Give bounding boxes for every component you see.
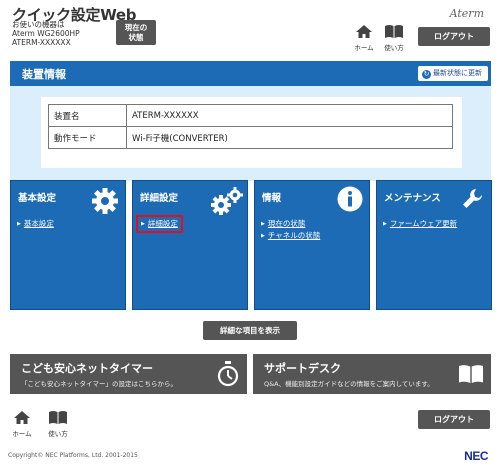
arrow-right-icon: ▶: [383, 221, 387, 227]
tile-maintenance: メンテナンス ▶ ファームウェア更新: [376, 180, 492, 310]
tile-information: 情報 ▶ 現在の状態 ▶ チャネルの状態: [254, 180, 370, 310]
link-current-status-label: 現在の状態: [267, 219, 306, 228]
device-label: お使いの機器は: [12, 20, 65, 29]
net-timer-description: 「こども安心ネットタイマー」の設定はこちらから。: [21, 380, 177, 388]
tile-basic-settings: 基本設定 ▶ 基本設定: [10, 180, 126, 310]
book-icon: [49, 411, 67, 424]
link-advanced-settings[interactable]: ▶ 詳細設定: [136, 215, 183, 233]
footer-logout-button[interactable]: ログアウト: [418, 410, 490, 429]
home-icon: [356, 25, 372, 38]
status-button-line2: 状態: [128, 33, 144, 42]
stopwatch-icon: [217, 361, 239, 387]
help-label: 使い方: [384, 44, 404, 52]
support-desk-title: サポートデスク: [264, 362, 341, 375]
tile-advanced-settings: 詳細設定 ▶ 詳細設定: [132, 180, 248, 310]
link-current-status[interactable]: ▶ 現在の状態: [261, 218, 320, 230]
device-name-key: 装置名: [48, 104, 127, 127]
link-channel-status[interactable]: ▶ チャネルの状態: [261, 230, 320, 242]
arrow-right-icon: ▶: [17, 221, 21, 227]
wrench-icon: [463, 189, 482, 208]
book-icon: [459, 365, 483, 383]
footer-help-button[interactable]: 使い方: [44, 410, 72, 438]
arrow-right-icon: ▶: [261, 233, 265, 239]
device-model: Aterm WG2600HP: [12, 29, 80, 38]
aterm-logo: Aterm: [449, 7, 484, 20]
logout-button[interactable]: ログアウト: [418, 27, 490, 46]
link-basic-settings-label: 基本設定: [23, 219, 54, 228]
device-info-table: 装置名 ATERM-XXXXXX 動作モード Wi-Fi子機(CONVERTER…: [48, 104, 453, 149]
net-timer-title: こども安心ネットタイマー: [21, 362, 153, 375]
arrow-right-icon: ▶: [261, 221, 265, 227]
link-firmware-update[interactable]: ▶ ファームウェア更新: [383, 218, 457, 230]
footer-home-label: ホーム: [12, 430, 32, 438]
status-button-line1: 現在の: [124, 23, 148, 32]
refresh-button[interactable]: ↻ 最新状態に更新: [418, 66, 488, 81]
operation-mode-key: 動作モード: [48, 126, 127, 149]
footer-help-label: 使い方: [48, 430, 68, 438]
operation-mode-value: Wi-Fi子機(CONVERTER): [126, 126, 453, 149]
table-row: 動作モード Wi-Fi子機(CONVERTER): [48, 126, 453, 149]
device-name-value: ATERM-XXXXXX: [126, 104, 453, 127]
support-desk-banner[interactable]: サポートデスク Q&A、機能別設定ガイドなどの情報をご案内しています。: [253, 354, 491, 394]
link-firmware-update-label: ファームウェア更新: [389, 219, 458, 228]
net-timer-banner[interactable]: こども安心ネットタイマー 「こども安心ネットタイマー」の設定はこちらから。: [10, 354, 247, 394]
gear-icon: [92, 188, 118, 214]
refresh-icon: ↻: [422, 70, 431, 79]
tile-information-title: 情報: [262, 193, 282, 204]
home-icon: [14, 411, 30, 424]
tile-maintenance-title: メンテナンス: [384, 193, 441, 204]
gears-icon: [211, 187, 243, 215]
help-button[interactable]: 使い方: [380, 24, 408, 52]
arrow-right-icon: ▶: [141, 221, 145, 227]
table-row: 装置名 ATERM-XXXXXX: [48, 104, 453, 127]
nec-logo: NEC: [464, 449, 488, 463]
device-name: ATERM-XXXXXX: [12, 38, 71, 47]
info-icon: [337, 186, 363, 212]
home-label: ホーム: [354, 44, 374, 52]
link-advanced-settings-label: 詳細設定: [147, 219, 178, 228]
tile-basic-settings-title: 基本設定: [18, 193, 57, 204]
book-icon: [385, 25, 403, 38]
refresh-label: 最新状態に更新: [433, 69, 482, 77]
link-basic-settings[interactable]: ▶ 基本設定: [17, 218, 54, 230]
home-button[interactable]: ホーム: [350, 24, 378, 52]
copyright: Copyright© NEC Platforms, Ltd. 2001-2015: [8, 452, 138, 459]
link-channel-status-label: チャネルの状態: [267, 231, 321, 240]
current-status-button[interactable]: 現在の 状態: [116, 20, 156, 45]
support-desk-description: Q&A、機能別設定ガイドなどの情報をご案内しています。: [264, 380, 434, 388]
device-info-title: 装置情報: [22, 68, 66, 81]
footer-home-button[interactable]: ホーム: [8, 410, 36, 438]
show-detailed-items-button[interactable]: 詳細な項目を表示: [203, 321, 297, 340]
tile-advanced-settings-title: 詳細設定: [140, 193, 179, 204]
